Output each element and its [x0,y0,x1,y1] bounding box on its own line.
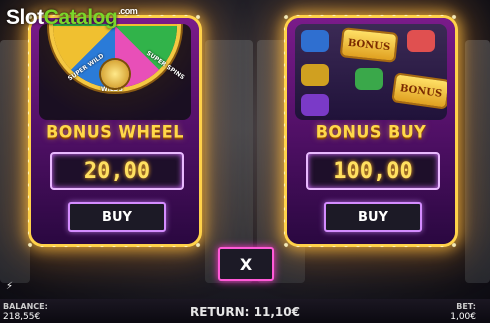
bonus-buy-title: BONUS BUY [315,121,427,142]
symbol-icon [355,68,383,90]
logo-domain: .com [118,6,138,16]
symbol-icon [301,94,329,116]
logo-text-catalog: Catalog [43,6,118,29]
bonus-buy-price: 100,00 [306,152,440,190]
reel [465,40,490,283]
wheel-hub-icon [101,60,129,88]
symbol-icon [301,64,329,86]
lightning-icon[interactable]: ⚡ [6,281,13,292]
bonus-wheel-buy-button[interactable]: BUY [68,202,166,232]
bonus-buy-buy-button[interactable]: BUY [324,202,422,232]
bonus-wheel-price: 20,00 [50,152,184,190]
reel [0,40,30,283]
bonus-tile-icon: BONUS [341,29,397,61]
symbol-icon [301,30,329,52]
bet-value[interactable]: 1,00€ [450,312,476,322]
slotcatalog-logo: SlotCatalog.com [6,6,138,30]
return-readout: RETURN: 11,10€ [190,305,300,319]
close-icon: X [239,254,253,274]
logo-text-slot: Slot [6,6,44,29]
footer-bar: BALANCE: 218,55€ RETURN: 11,10€ BET: 1,0… [0,299,490,323]
bonus-wheel-title: BONUS WHEEL [46,121,184,142]
bonus-wheel-panel: SUPER WILD WILDS SUPER SPINS BONUS WHEEL… [24,11,206,251]
bonus-buy-art: BONUS BONUS [295,24,447,120]
bonus-buy-panel: BONUS BONUS BONUS BUY 100,00 BUY [280,11,462,251]
bonus-tile-icon: BONUS [393,74,447,108]
bet-label: BET: [456,302,476,311]
close-button[interactable]: X [218,247,274,281]
bonus-wheel-art: SUPER WILD WILDS SUPER SPINS [39,24,191,120]
symbol-icon [407,30,435,52]
